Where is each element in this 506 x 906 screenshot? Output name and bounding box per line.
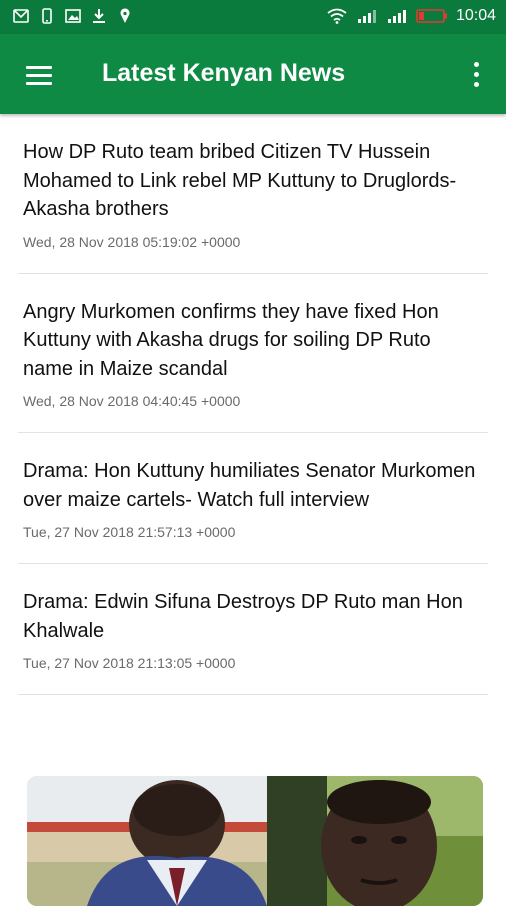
article-item[interactable]: Angry Murkomen confirms they have fixed … (18, 274, 488, 433)
phone-icon (38, 7, 56, 25)
signal-icon (356, 7, 378, 25)
status-bar: 10:04 (0, 0, 506, 34)
hamburger-icon-line (26, 74, 52, 77)
battery-low-icon (416, 7, 448, 25)
article-list: How DP Ruto team bribed Citizen TV Husse… (0, 114, 506, 695)
system-icons: 10:04 (326, 6, 496, 26)
news-photo-illustration (27, 776, 483, 906)
more-vert-icon-dot (474, 72, 479, 77)
article-item[interactable]: How DP Ruto team bribed Citizen TV Husse… (18, 114, 488, 274)
more-vert-icon (474, 62, 479, 67)
article-title: Drama: Hon Kuttuny humiliates Senator Mu… (23, 460, 476, 511)
app-bar: Latest Kenyan News (0, 34, 506, 114)
article-title: How DP Ruto team bribed Citizen TV Husse… (23, 141, 457, 220)
location-icon (116, 7, 134, 25)
download-icon (90, 7, 108, 25)
clock: 10:04 (455, 7, 496, 24)
menu-button[interactable] (20, 58, 58, 90)
more-vert-icon-dot (474, 82, 479, 87)
notification-icons (12, 7, 134, 25)
article-date: Tue, 27 Nov 2018 21:13:05 +0000 (23, 655, 236, 671)
article-item[interactable]: Drama: Edwin Sifuna Destroys DP Ruto man… (18, 564, 488, 695)
signal-icon (386, 7, 408, 25)
wifi-icon (326, 7, 348, 25)
more-options-button[interactable] (466, 58, 486, 92)
article-date: Wed, 28 Nov 2018 05:19:02 +0000 (23, 233, 241, 250)
article-title: Drama: Edwin Sifuna Destroys DP Ruto man… (23, 591, 463, 642)
article-date: Tue, 27 Nov 2018 21:57:13 +0000 (23, 524, 236, 540)
featured-news-image[interactable] (27, 776, 483, 906)
gmail-icon (12, 7, 30, 25)
article-date: Wed, 28 Nov 2018 04:40:45 +0000 (23, 393, 241, 409)
image-icon (64, 7, 82, 25)
hamburger-icon (26, 66, 52, 69)
article-item[interactable]: Drama: Hon Kuttuny humiliates Senator Mu… (18, 433, 488, 564)
hamburger-icon-line (26, 82, 52, 85)
article-title: Angry Murkomen confirms they have fixed … (23, 300, 439, 380)
app-title: Latest Kenyan News (102, 59, 346, 87)
